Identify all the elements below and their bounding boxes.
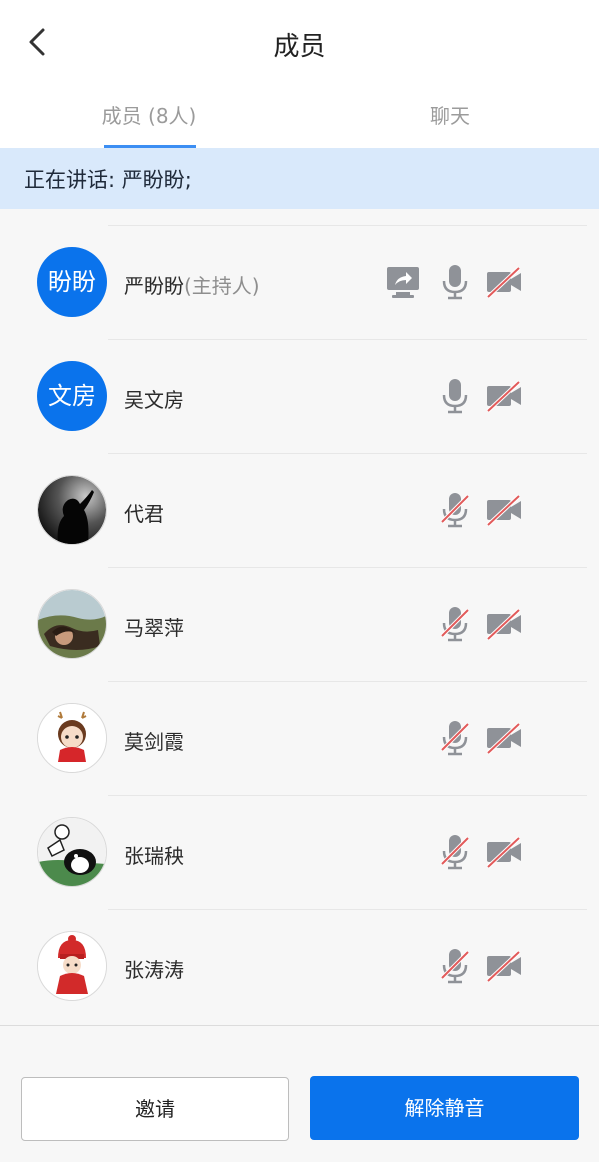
- cartoon-penguin-icon: [38, 818, 106, 886]
- landscape-photo-icon: [38, 590, 106, 658]
- microphone-muted-icon[interactable]: [438, 948, 472, 984]
- screen-share-icon[interactable]: [386, 264, 420, 300]
- tab-chat[interactable]: 聊天: [392, 100, 508, 130]
- unmute-button[interactable]: 解除静音: [310, 1076, 579, 1140]
- member-row[interactable]: 莫剑霞: [0, 682, 599, 796]
- camera-off-icon[interactable]: [486, 834, 522, 870]
- member-row[interactable]: 盼盼 严盼盼(主持人): [0, 226, 599, 340]
- member-role: (主持人): [184, 274, 260, 298]
- camera-off-icon[interactable]: [486, 378, 522, 414]
- member-name: 张瑞秧: [124, 844, 184, 868]
- microphone-muted-icon[interactable]: [438, 606, 472, 642]
- avatar: [37, 817, 107, 887]
- member-name: 代君: [124, 502, 164, 526]
- cartoon-girl-red-hat-icon: [38, 932, 106, 1000]
- member-row[interactable]: 文房 吴文房: [0, 340, 599, 454]
- camera-off-icon[interactable]: [486, 606, 522, 642]
- avatar: [37, 475, 107, 545]
- member-row[interactable]: 张瑞秧: [0, 796, 599, 910]
- member-name-text: 严盼盼: [124, 274, 184, 298]
- cartoon-girl-icon: [38, 704, 106, 772]
- tab-members[interactable]: 成员 (8人): [92, 100, 206, 130]
- avatar: 盼盼: [37, 247, 107, 317]
- avatar: [37, 703, 107, 773]
- camera-off-icon[interactable]: [486, 492, 522, 528]
- member-row[interactable]: 马翠萍: [0, 568, 599, 682]
- member-name: 莫剑霞: [124, 730, 184, 754]
- bottom-action-bar: 邀请 解除静音: [0, 1026, 599, 1162]
- member-name: 严盼盼(主持人): [124, 270, 260, 299]
- avatar: 文房: [37, 361, 107, 431]
- member-name: 马翠萍: [124, 616, 184, 640]
- member-list[interactable]: 盼盼 严盼盼(主持人) 文房 吴文房 代君 马翠萍 莫剑霞 张瑞秧 张涛涛: [0, 209, 599, 1025]
- microphone-icon[interactable]: [438, 378, 472, 414]
- member-row[interactable]: 张涛涛: [0, 910, 599, 1024]
- invite-button[interactable]: 邀请: [21, 1077, 289, 1141]
- camera-off-icon[interactable]: [486, 720, 522, 756]
- microphone-icon[interactable]: [438, 264, 472, 300]
- member-row[interactable]: 代君: [0, 454, 599, 568]
- speaking-text: 正在讲话: 严盼盼;: [24, 168, 192, 192]
- camera-off-icon[interactable]: [486, 948, 522, 984]
- camera-off-icon[interactable]: [486, 264, 522, 300]
- silhouette-photo-icon: [38, 476, 106, 544]
- member-name: 张涛涛: [124, 958, 184, 982]
- top-bar: 成员: [0, 0, 599, 86]
- avatar: [37, 931, 107, 1001]
- microphone-muted-icon[interactable]: [438, 492, 472, 528]
- page-title: 成员: [273, 32, 326, 62]
- tab-bar: 成员 (8人) 聊天: [0, 86, 599, 148]
- microphone-muted-icon[interactable]: [438, 834, 472, 870]
- microphone-muted-icon[interactable]: [438, 720, 472, 756]
- speaking-banner: 正在讲话: 严盼盼;: [0, 148, 599, 209]
- member-name: 吴文房: [124, 388, 184, 412]
- avatar: [37, 589, 107, 659]
